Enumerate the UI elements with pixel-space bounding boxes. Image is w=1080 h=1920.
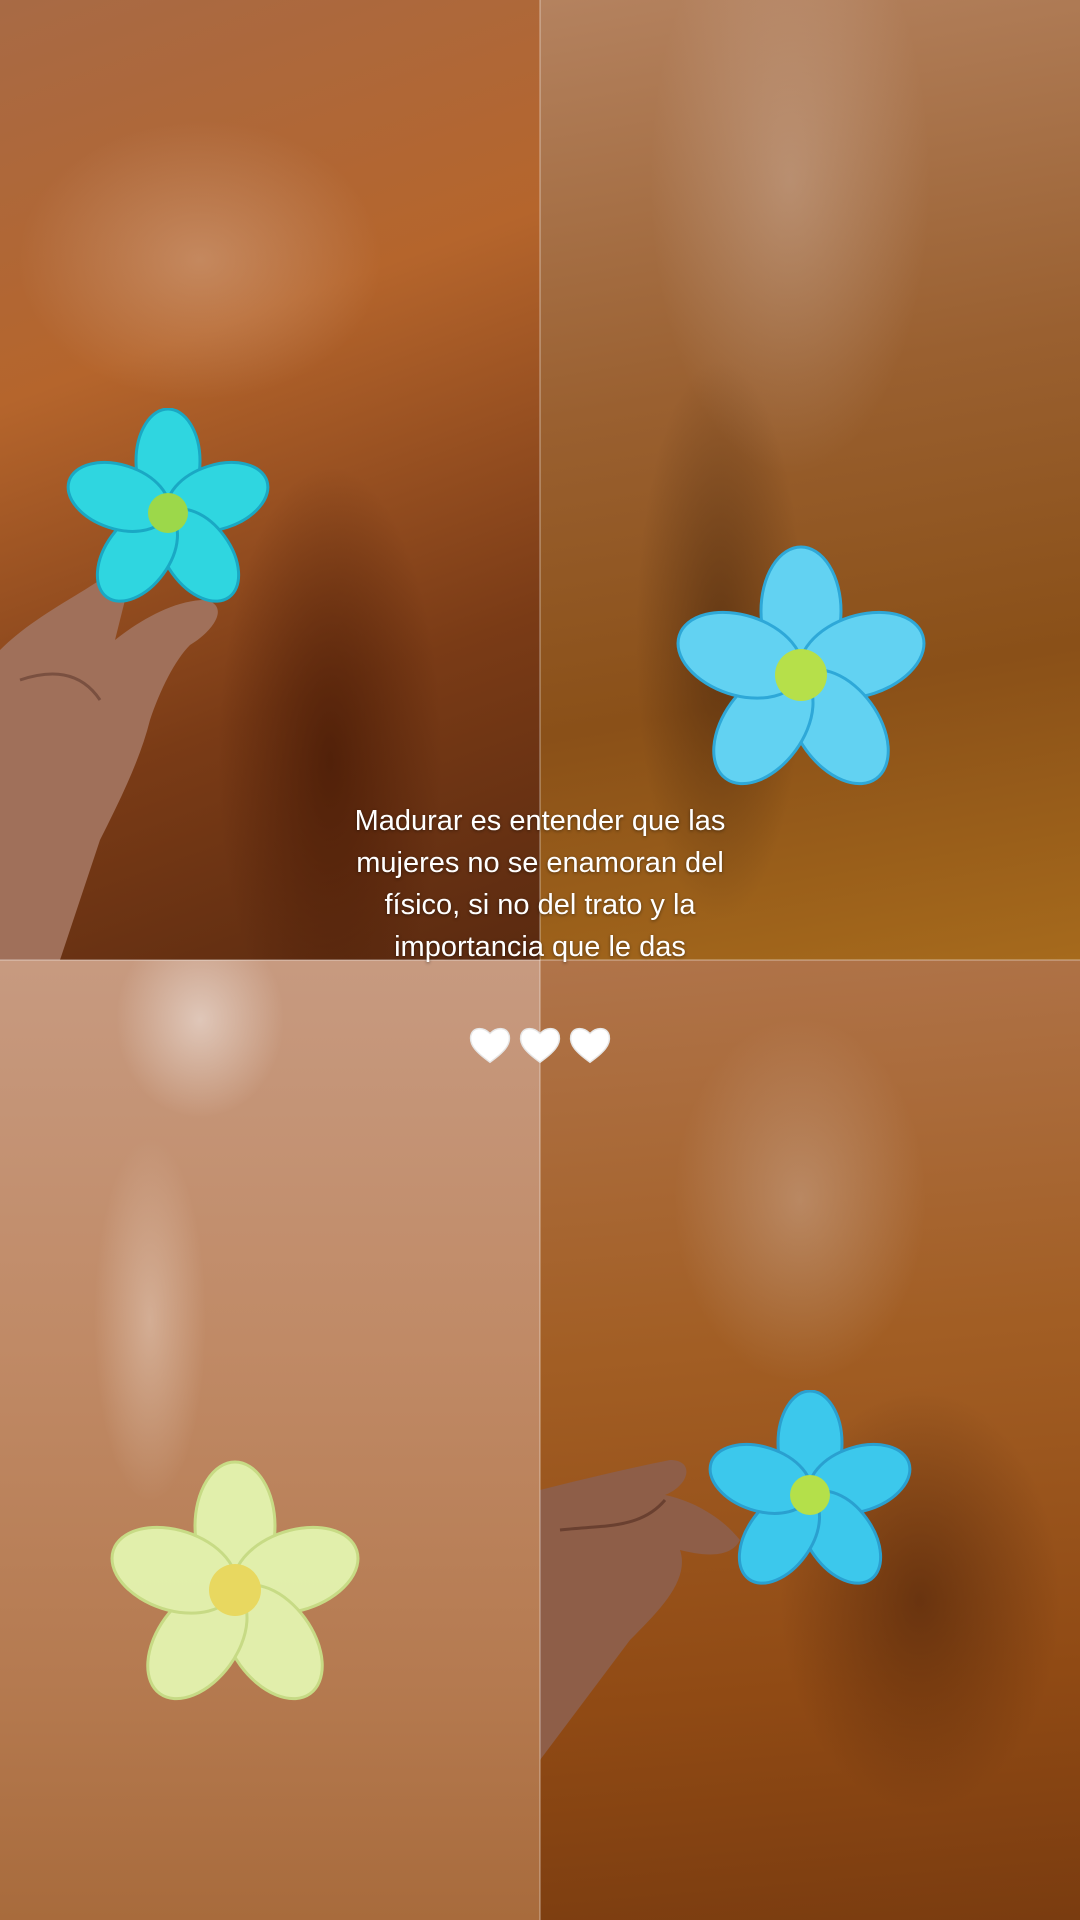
white-heart-icon	[469, 1027, 511, 1064]
yellow-flower-clip-icon	[110, 1460, 360, 1701]
hearts-row	[440, 1022, 640, 1072]
photo-panel-bottom-right	[540, 960, 1080, 1920]
blue-flower-clip-icon	[66, 408, 270, 603]
white-heart-icon	[519, 1027, 561, 1064]
blue-flower-clip-icon	[708, 1390, 912, 1585]
caption-text: Madurar es entender que las mujeres no s…	[354, 805, 726, 963]
photo-panel-bottom-left	[0, 960, 540, 1920]
blue-flower-clip-icon	[676, 545, 926, 786]
white-heart-icon	[569, 1027, 611, 1064]
